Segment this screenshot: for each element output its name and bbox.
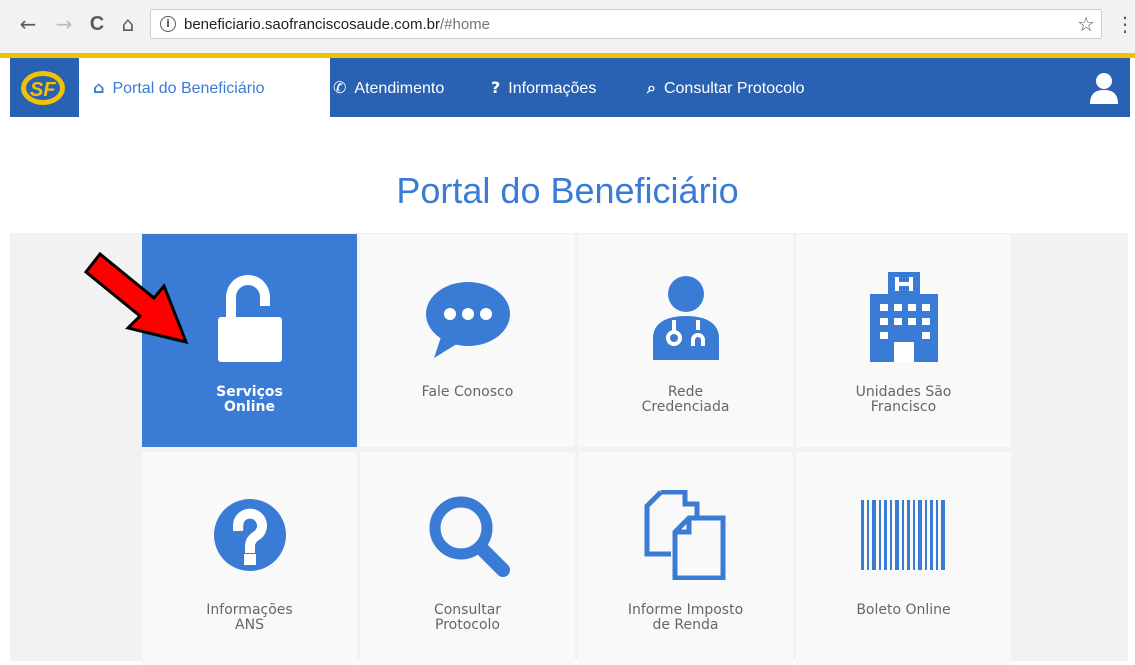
tile-label: Rede Credenciada xyxy=(641,384,730,415)
browser-menu-icon[interactable]: ⋮ xyxy=(1115,12,1135,36)
nav-label: Atendimento xyxy=(354,80,445,97)
tile-label: Unidades São Francisco xyxy=(855,384,952,415)
address-bar[interactable]: i beneficiario.saofranciscosaude.com.br/… xyxy=(150,9,1102,39)
tile-fale-conosco[interactable]: Fale Conosco xyxy=(360,234,575,447)
tile-unidades-sao-francisco[interactable]: Unidades São Francisco xyxy=(796,234,1011,447)
tile-informe-imposto-de-renda[interactable]: Informe Imposto de Renda xyxy=(578,452,793,665)
user-icon[interactable] xyxy=(1087,71,1121,105)
hospital-icon xyxy=(796,272,1011,362)
question-icon: ? xyxy=(491,78,501,97)
sf-logo-icon[interactable]: SF xyxy=(10,58,79,117)
nav-atendimento[interactable]: ✆ Atendimento xyxy=(333,78,444,98)
forward-button-icon[interactable]: → xyxy=(52,12,76,36)
url-path: /#home xyxy=(439,16,491,33)
site-info-icon[interactable]: i xyxy=(160,16,176,32)
chat-bubble-icon xyxy=(360,272,575,362)
search-icon: ⌕ xyxy=(647,78,656,97)
barcode-icon xyxy=(796,490,1011,580)
svg-text:SF: SF xyxy=(30,79,56,101)
tile-label: Informações ANS xyxy=(206,602,293,633)
url-host: beneficiario.saofranciscosaude.com.br xyxy=(184,16,440,33)
browser-toolbar: ← → C ⌂ i beneficiario.saofranciscosaude… xyxy=(0,0,1135,58)
tile-boleto-online[interactable]: Boleto Online xyxy=(796,452,1011,665)
nav-label: Consultar Protocolo xyxy=(663,80,805,97)
nav-portal-do-beneficiario[interactable]: ⌂ Portal do Beneficiário xyxy=(93,78,265,98)
red-arrow-icon xyxy=(78,251,198,352)
tile-label: Consultar Protocolo xyxy=(433,602,502,633)
tile-rede-credenciada[interactable]: Rede Credenciada xyxy=(578,234,793,447)
tile-label: Serviços Online xyxy=(216,384,283,415)
doctor-icon xyxy=(578,272,793,362)
back-button-icon[interactable]: ← xyxy=(16,12,40,36)
tile-informacoes-ans[interactable]: Informações ANS xyxy=(142,452,357,665)
tile-label: Fale Conosco xyxy=(421,384,514,400)
tile-label: Informe Imposto de Renda xyxy=(627,602,744,633)
page-title: Portal do Beneficiário xyxy=(396,170,739,211)
tile-label: Boleto Online xyxy=(856,602,951,618)
nav-label: Informações xyxy=(508,80,597,97)
bookmark-star-icon[interactable]: ☆ xyxy=(1077,12,1095,36)
phone-icon: ✆ xyxy=(333,78,347,97)
nav-label: Portal do Beneficiário xyxy=(112,80,265,97)
reload-button-icon[interactable]: C xyxy=(85,12,109,36)
copy-documents-icon xyxy=(578,490,793,580)
tile-consultar-protocolo[interactable]: Consultar Protocolo xyxy=(360,452,575,665)
nav-informacoes[interactable]: ? Informações xyxy=(491,78,596,98)
home-icon: ⌂ xyxy=(93,78,105,97)
magnifier-icon xyxy=(360,490,575,580)
site-navbar: SF ⌂ Portal do Beneficiário ✆ Atendimento … xyxy=(10,58,1130,117)
url-text[interactable]: beneficiario.saofranciscosaude.com.br/#h… xyxy=(184,16,490,33)
question-circle-icon xyxy=(142,490,357,580)
nav-consultar-protocolo[interactable]: ⌕ Consultar Protocolo xyxy=(647,78,804,98)
home-button-icon[interactable]: ⌂ xyxy=(116,12,140,36)
